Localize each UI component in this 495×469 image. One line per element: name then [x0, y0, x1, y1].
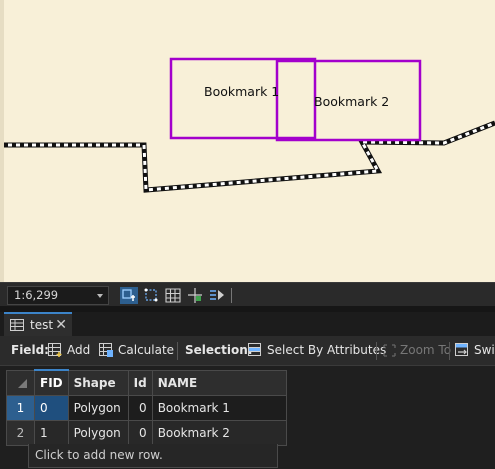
cell-id[interactable]: 0: [127, 394, 153, 421]
chevron-down-icon[interactable]: [97, 294, 103, 298]
cell-name[interactable]: Bookmark 2: [151, 419, 287, 446]
switch-selection-button[interactable]: Swit: [455, 343, 495, 357]
scale-selector[interactable]: 1:6,299: [7, 286, 109, 305]
switch-label: Swit: [474, 343, 495, 357]
table-header-row: FID Shape Id NAME: [6, 369, 287, 396]
corner-triangle-icon: [18, 378, 27, 388]
cell-fid[interactable]: 1: [34, 419, 69, 446]
cell-name[interactable]: Bookmark 1: [151, 394, 287, 421]
cell-shape[interactable]: Polygon: [67, 394, 129, 421]
table-row[interactable]: 2 1 Polygon 0 Bookmark 2: [6, 419, 287, 446]
navigation-icon[interactable]: [208, 287, 226, 304]
bookmark-2-label: Bookmark 2: [314, 94, 390, 109]
map-left-edge: [0, 0, 4, 282]
zoom-to-label: Zoom To: [400, 343, 452, 357]
table-icon: [10, 319, 24, 331]
column-header-name[interactable]: NAME: [151, 369, 287, 396]
tab-test[interactable]: test ✕: [4, 312, 72, 336]
zoom-to-button[interactable]: Zoom To: [383, 343, 451, 357]
map-view[interactable]: Bookmark 1 Bookmark 2: [0, 0, 495, 282]
scale-value: 1:6,299: [14, 288, 59, 302]
row-number[interactable]: 2: [6, 419, 35, 446]
tab-label: test: [30, 318, 54, 332]
select-by-attributes-label: Select By Attributes: [267, 343, 387, 357]
select-by-attributes-button[interactable]: Select By Attributes: [248, 343, 386, 357]
add-field-button[interactable]: Add: [48, 343, 90, 357]
field-label: Field:: [11, 343, 49, 357]
cell-fid[interactable]: 0: [34, 394, 69, 421]
grid-snap-icon[interactable]: [143, 287, 161, 304]
toolbar-separator: [177, 342, 178, 360]
column-header-fid[interactable]: FID: [34, 369, 69, 396]
calculate-icon: [99, 343, 113, 357]
calculate-field-button[interactable]: Calculate: [99, 343, 174, 357]
add-field-icon: [48, 343, 62, 357]
toolbar-separator: [449, 342, 450, 360]
calculate-label: Calculate: [118, 343, 175, 357]
grid-icon[interactable]: [164, 287, 182, 304]
row-number[interactable]: 1: [6, 394, 35, 421]
add-new-row[interactable]: Click to add new row.: [28, 444, 278, 468]
column-header-shape[interactable]: Shape: [67, 369, 129, 396]
select-by-attributes-icon: [248, 343, 261, 356]
select-all-corner[interactable]: [6, 369, 35, 396]
switch-selection-icon: [455, 343, 468, 356]
add-field-label: Add: [67, 343, 91, 357]
table-row[interactable]: 1 0 Polygon 0 Bookmark 1: [6, 394, 287, 421]
guides-icon[interactable]: [186, 287, 204, 304]
close-icon[interactable]: ✕: [55, 317, 67, 333]
selection-label: Selection:: [185, 343, 253, 357]
map-status-bar: 1:6,299: [0, 282, 495, 306]
attribute-table: FID Shape Id NAME 1 0 Polygon 0 Bookmark…: [0, 367, 495, 469]
snapping-icon[interactable]: [120, 287, 138, 304]
bookmark-1-label: Bookmark 1: [204, 84, 280, 99]
map-canvas[interactable]: [0, 0, 495, 282]
cell-id[interactable]: 0: [127, 419, 153, 446]
table-toolbar: Field: Add Calculate Selection: Select B…: [0, 336, 495, 366]
toolbar-separator: [376, 342, 377, 360]
table-tab-bar: test ✕: [0, 312, 495, 336]
cell-shape[interactable]: Polygon: [67, 419, 129, 446]
zoom-to-icon: [383, 343, 396, 357]
column-header-id[interactable]: Id: [127, 369, 153, 396]
status-separator: [231, 288, 232, 303]
